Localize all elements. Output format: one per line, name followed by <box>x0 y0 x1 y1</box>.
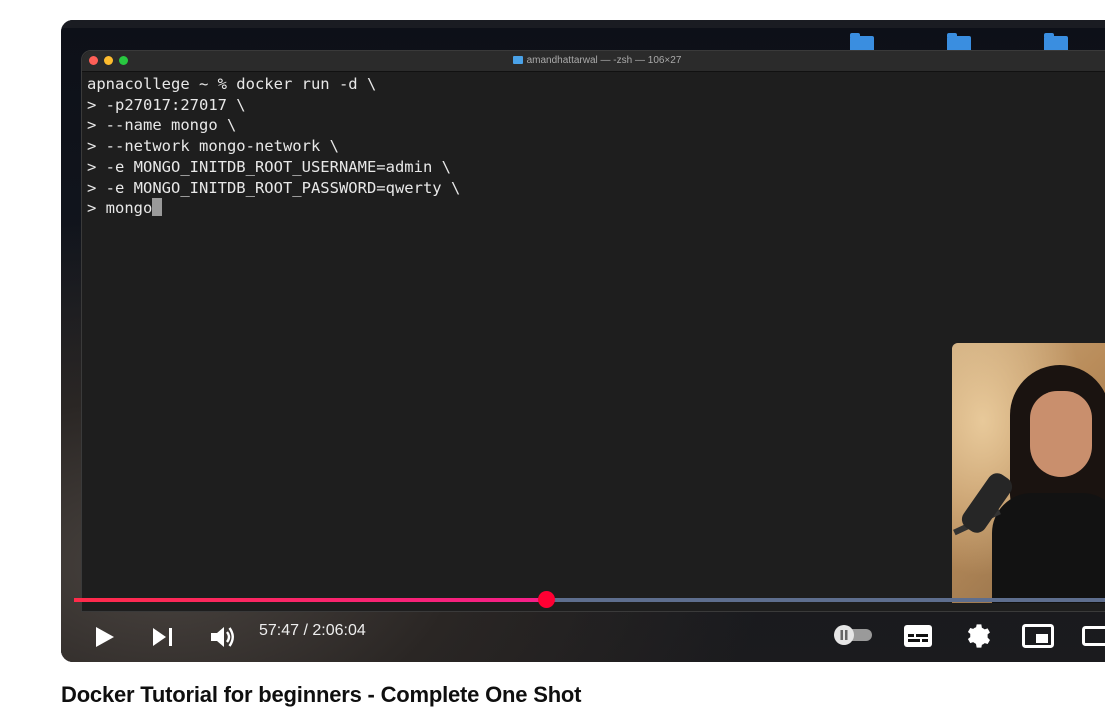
player-controls: 57:47 / 2:06:04 <box>61 612 1105 662</box>
mac-menubar <box>61 20 1105 28</box>
terminal-titlebar: amandhattarwal — -zsh — 106×27 <box>82 51 1105 72</box>
folder-icon <box>512 56 523 64</box>
progress-played <box>74 598 547 602</box>
terminal-title: amandhattarwal — -zsh — 106×27 <box>82 55 1105 66</box>
volume-icon[interactable] <box>209 624 237 650</box>
terminal-output: apnacollege ~ % docker run -d \ > -p27017… <box>82 72 1105 221</box>
terminal-line: > -p27017:27017 \ <box>87 95 246 114</box>
video-player[interactable]: amandhattarwal — -zsh — 106×27 apnacolle… <box>61 20 1105 662</box>
terminal-title-text: amandhattarwal — -zsh — 106×27 <box>526 55 682 66</box>
terminal-line: > --network mongo-network \ <box>87 137 339 156</box>
play-icon[interactable] <box>92 625 116 649</box>
terminal-cursor <box>152 198 163 217</box>
terminal-line: > -e MONGO_INITDB_ROOT_USERNAME=admin \ <box>87 157 451 176</box>
subtitles-icon[interactable] <box>903 624 933 648</box>
terminal-line: apnacollege ~ % docker run -d \ <box>87 75 377 93</box>
settings-icon[interactable] <box>965 622 993 650</box>
miniplayer-icon[interactable] <box>1022 624 1054 648</box>
terminal-line: > -e MONGO_INITDB_ROOT_PASSWORD=qwerty \ <box>87 178 461 197</box>
video-title: Docker Tutorial for beginners - Complete… <box>61 682 582 707</box>
autoplay-toggle-icon[interactable] <box>832 623 874 647</box>
current-time: 57:47 <box>259 622 300 639</box>
terminal-line: > --name mongo \ <box>87 116 237 135</box>
progress-bar[interactable] <box>74 598 1105 602</box>
terminal-line-last: > mongo <box>87 198 1105 219</box>
time-separator: / <box>299 622 313 639</box>
duration: 2:06:04 <box>312 622 366 639</box>
terminal-line: > mongo <box>87 199 153 218</box>
theater-icon[interactable] <box>1082 624 1105 648</box>
presenter-camera-overlay <box>952 343 1105 603</box>
time-display: 57:47 / 2:06:04 <box>259 622 366 640</box>
next-icon[interactable] <box>151 625 175 649</box>
